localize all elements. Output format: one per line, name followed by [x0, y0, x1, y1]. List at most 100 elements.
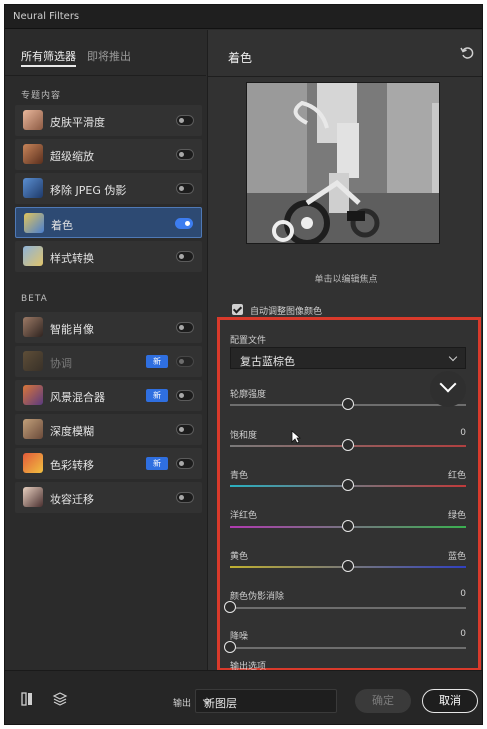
filter-row-smart-portrait[interactable]: 智能肖像: [15, 312, 202, 343]
slider-label-color-artifact-removal: 颜色伪影消除: [230, 592, 285, 602]
output-label: 输出: [173, 699, 192, 709]
window-title: Neural Filters: [13, 11, 80, 22]
slider-label-saturation: 饱和度: [230, 431, 258, 441]
filter-toggle[interactable]: [175, 218, 193, 229]
slider-track-color-artifact-removal[interactable]: [230, 607, 466, 609]
slider-knob-contour-strength[interactable]: [342, 398, 354, 410]
filter-toggle[interactable]: [176, 322, 194, 333]
filter-list-panel: 所有筛选器 即将推出 专题内容 皮肤平滑度 超级缩放 移除 JPEG 伪影 着色…: [5, 30, 206, 670]
cancel-button[interactable]: 取消: [422, 689, 478, 713]
mouse-pointer-icon: [291, 430, 301, 444]
auto-adjust-checkbox[interactable]: [232, 304, 243, 315]
slider-knob-noise-reduction[interactable]: [224, 641, 236, 653]
filter-row-depth-blur[interactable]: 深度模糊: [15, 414, 202, 445]
auto-adjust-label: 自动调整图像颜色: [250, 307, 323, 317]
makeup-transfer-thumbnail-icon: [23, 487, 43, 507]
tab-all-filters[interactable]: 所有筛选器: [21, 48, 76, 67]
landscape-mixer-thumbnail-icon: [23, 385, 43, 405]
slider-label-contour-strength: 轮廓强度: [230, 390, 267, 400]
filter-row-harmonization[interactable]: 协调 新: [15, 346, 202, 377]
filter-toggle[interactable]: [176, 251, 194, 262]
slider-label-yellow: 黄色: [230, 552, 249, 562]
new-badge: 新: [146, 457, 168, 470]
slider-label-noise-reduction: 降噪: [230, 632, 249, 642]
filter-label: 色彩转移: [50, 459, 94, 472]
filter-row-style-transfer[interactable]: 样式转换: [15, 241, 202, 272]
output-dropdown[interactable]: 新图层: [195, 689, 337, 713]
filter-toggle[interactable]: [176, 424, 194, 435]
ok-button[interactable]: 确定: [355, 689, 411, 713]
filter-toggle[interactable]: [176, 115, 194, 126]
filter-tabs: 所有筛选器 即将推出: [5, 30, 206, 76]
section-featured: 专题内容: [21, 91, 62, 101]
slider-value-color-artifact-removal: 0: [460, 589, 466, 599]
filter-row-makeup-transfer[interactable]: 妆容迁移: [15, 482, 202, 513]
slider-label-red: 红色: [447, 471, 466, 481]
filter-row-colorize[interactable]: 着色: [15, 207, 202, 238]
panel-header-divider: [208, 76, 482, 77]
skin-smoothing-thumbnail-icon: [23, 110, 43, 130]
slider-knob-magenta-green[interactable]: [342, 520, 354, 532]
title-bar: Neural Filters: [5, 5, 482, 29]
filter-label: 着色: [51, 219, 73, 232]
filter-label: 妆容迁移: [50, 493, 94, 506]
slider-label-green: 绿色: [447, 511, 466, 521]
slider-track-noise-reduction[interactable]: [230, 647, 466, 649]
neural-filters-window: Neural Filters 所有筛选器 即将推出 专题内容 皮肤平滑度 超级缩…: [4, 4, 483, 725]
slider-label-magenta: 洋红色: [230, 511, 258, 521]
filter-label: 风景混合器: [50, 391, 105, 404]
footer-bar: 输出 新图层 确定 取消: [5, 670, 482, 724]
filter-label: 样式转换: [50, 252, 94, 265]
style-transfer-thumbnail-icon: [23, 246, 43, 266]
filter-row-jpeg-artifacts[interactable]: 移除 JPEG 伪影: [15, 173, 202, 204]
filter-row-super-zoom[interactable]: 超级缩放: [15, 139, 202, 170]
colorize-thumbnail-icon: [24, 213, 44, 233]
slider-value-noise-reduction: 0: [460, 629, 466, 639]
filter-settings-panel: 着色 单击以编辑焦点 自动调整图像颜色 配置文件 复古蓝棕色 轮廓强度 饱和度 …: [207, 30, 482, 672]
slider-value-saturation: 0: [460, 428, 466, 438]
new-badge: 新: [146, 389, 168, 402]
filter-row-skin-smoothing[interactable]: 皮肤平滑度: [15, 105, 202, 136]
slider-label-blue: 蓝色: [447, 552, 466, 562]
preview-image[interactable]: [246, 82, 440, 244]
filter-label: 移除 JPEG 伪影: [50, 184, 127, 197]
filter-row-landscape-mixer[interactable]: 风景混合器 新: [15, 380, 202, 411]
section-beta: BETA: [21, 294, 48, 304]
filter-label: 智能肖像: [50, 323, 94, 336]
depth-blur-thumbnail-icon: [23, 419, 43, 439]
filter-toggle[interactable]: [176, 356, 194, 367]
filter-toggle[interactable]: [176, 492, 194, 503]
filter-toggle[interactable]: [176, 390, 194, 401]
super-zoom-thumbnail-icon: [23, 144, 43, 164]
smart-portrait-thumbnail-icon: [23, 317, 43, 337]
filter-label: 皮肤平滑度: [50, 116, 105, 129]
filter-toggle[interactable]: [176, 183, 194, 194]
filter-label: 深度模糊: [50, 425, 94, 438]
slider-knob-saturation[interactable]: [342, 439, 354, 451]
chevron-down-icon: [448, 352, 458, 362]
layers-preview-icon[interactable]: [52, 691, 68, 707]
slider-label-cyan: 青色: [230, 471, 249, 481]
slider-knob-yellow-blue[interactable]: [342, 560, 354, 572]
profile-dropdown[interactable]: 复古蓝棕色: [230, 347, 466, 369]
profile-value: 复古蓝棕色: [240, 355, 295, 368]
color-transfer-thumbnail-icon: [23, 453, 43, 473]
filter-toggle[interactable]: [176, 149, 194, 160]
preview-caption: 单击以编辑焦点: [314, 275, 378, 285]
profile-label: 配置文件: [230, 336, 267, 346]
filter-row-color-transfer[interactable]: 色彩转移 新: [15, 448, 202, 479]
cursor-highlight-icon: [430, 371, 466, 407]
preview-photo: [247, 83, 439, 243]
filter-label: 超级缩放: [50, 150, 94, 163]
harmonization-thumbnail-icon: [23, 351, 43, 371]
slider-knob-cyan-red[interactable]: [342, 479, 354, 491]
filter-toggle[interactable]: [176, 458, 194, 469]
tab-coming-soon[interactable]: 即将推出: [87, 48, 131, 64]
split-view-icon[interactable]: [19, 691, 35, 707]
filter-label: 协调: [50, 357, 72, 370]
slider-knob-color-artifact-removal[interactable]: [224, 601, 236, 613]
colorize-settings-highlight: 配置文件 复古蓝棕色 轮廓强度 50 饱和度 0 青色 红色 洋红色 绿色: [217, 317, 481, 672]
reset-icon[interactable]: [460, 46, 476, 60]
new-badge: 新: [146, 355, 168, 368]
panel-title: 着色: [228, 51, 253, 65]
